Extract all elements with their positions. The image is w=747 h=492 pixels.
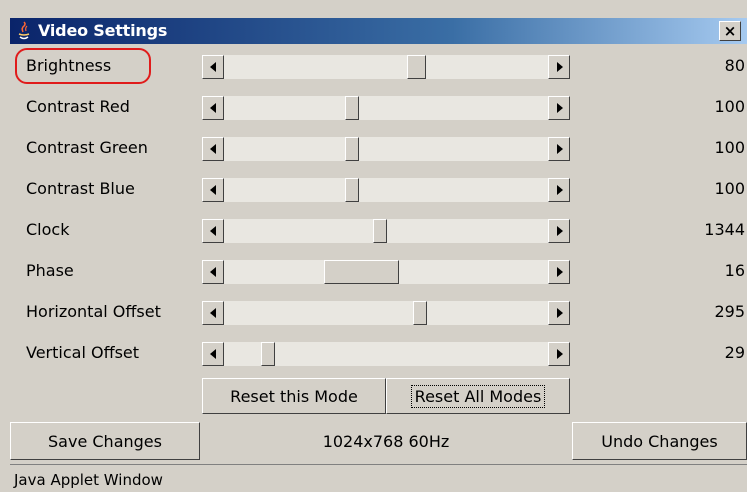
slider-scrollbar[interactable]	[202, 342, 570, 366]
scroll-left-button[interactable]	[202, 178, 224, 202]
scroll-left-button[interactable]	[202, 260, 224, 284]
slider-label: Horizontal Offset	[26, 302, 161, 321]
slider-track[interactable]	[224, 219, 548, 243]
slider-value: 100	[714, 179, 745, 198]
slider-track[interactable]	[224, 96, 548, 120]
scroll-right-button[interactable]	[548, 96, 570, 120]
slider-value: 80	[724, 56, 745, 75]
arrow-left-icon	[210, 349, 216, 359]
arrow-left-icon	[210, 308, 216, 318]
scroll-right-button[interactable]	[548, 178, 570, 202]
slider-value: 1344	[704, 220, 745, 239]
slider-scrollbar[interactable]	[202, 260, 570, 284]
undo-changes-button[interactable]: Undo Changes	[572, 422, 747, 460]
slider-track[interactable]	[224, 178, 548, 202]
scroll-right-button[interactable]	[548, 301, 570, 325]
arrow-right-icon	[557, 103, 563, 113]
scroll-left-button[interactable]	[202, 55, 224, 79]
slider-track[interactable]	[224, 55, 548, 79]
slider-label: Vertical Offset	[26, 343, 140, 362]
status-bar: Java Applet Window	[10, 464, 747, 492]
status-text: Java Applet Window	[14, 471, 163, 489]
slider-thumb[interactable]	[324, 260, 399, 284]
slider-track[interactable]	[224, 137, 548, 161]
reset-this-mode-button[interactable]: Reset this Mode	[202, 378, 386, 414]
slider-label: Clock	[26, 220, 70, 239]
slider-thumb[interactable]	[345, 96, 359, 120]
slider-label: Contrast Green	[26, 138, 148, 157]
slider-value: 100	[714, 138, 745, 157]
scroll-right-button[interactable]	[548, 260, 570, 284]
slider-track[interactable]	[224, 260, 548, 284]
scroll-right-button[interactable]	[548, 219, 570, 243]
scroll-left-button[interactable]	[202, 219, 224, 243]
slider-track[interactable]	[224, 301, 548, 325]
window-title: Video Settings	[38, 21, 168, 40]
arrow-right-icon	[557, 349, 563, 359]
slider-thumb[interactable]	[345, 137, 359, 161]
arrow-left-icon	[210, 103, 216, 113]
slider-value: 295	[714, 302, 745, 321]
close-button[interactable]: ×	[719, 21, 741, 41]
arrow-right-icon	[557, 185, 563, 195]
slider-scrollbar[interactable]	[202, 137, 570, 161]
arrow-right-icon	[557, 226, 563, 236]
slider-row: Contrast Blue 100	[10, 173, 747, 205]
save-changes-button[interactable]: Save Changes	[10, 422, 200, 460]
reset-all-modes-button[interactable]: Reset All Modes	[386, 378, 570, 414]
slider-label: Phase	[26, 261, 74, 280]
slider-scrollbar[interactable]	[202, 96, 570, 120]
slider-label: Contrast Red	[26, 97, 130, 116]
slider-scrollbar[interactable]	[202, 55, 570, 79]
slider-row: Clock 1344	[10, 214, 747, 246]
slider-row: Horizontal Offset 295	[10, 296, 747, 328]
slider-value: 100	[714, 97, 745, 116]
arrow-right-icon	[557, 308, 563, 318]
slider-value: 16	[724, 261, 745, 280]
arrow-right-icon	[557, 144, 563, 154]
slider-thumb[interactable]	[345, 178, 359, 202]
slider-scrollbar[interactable]	[202, 301, 570, 325]
scroll-right-button[interactable]	[548, 55, 570, 79]
arrow-right-icon	[557, 62, 563, 72]
arrow-left-icon	[210, 226, 216, 236]
slider-thumb[interactable]	[407, 55, 426, 79]
slider-row: Vertical Offset 29	[10, 337, 747, 369]
footer-bar: Save Changes 1024x768 60Hz Undo Changes	[10, 422, 747, 462]
settings-panel: Brightness 80 Contrast Red 100 Contrast Gree…	[10, 44, 747, 492]
arrow-left-icon	[210, 62, 216, 72]
arrow-left-icon	[210, 267, 216, 277]
slider-row: Phase 16	[10, 255, 747, 287]
slider-track[interactable]	[224, 342, 548, 366]
scroll-left-button[interactable]	[202, 342, 224, 366]
slider-value: 29	[724, 343, 745, 362]
scroll-left-button[interactable]	[202, 96, 224, 120]
slider-row: Contrast Red 100	[10, 91, 747, 123]
scroll-left-button[interactable]	[202, 301, 224, 325]
slider-label: Contrast Blue	[26, 179, 135, 198]
slider-label: Brightness	[26, 56, 112, 75]
scroll-right-button[interactable]	[548, 137, 570, 161]
slider-row: Brightness 80	[10, 50, 747, 82]
title-bar: Video Settings ×	[10, 18, 747, 44]
slider-scrollbar[interactable]	[202, 178, 570, 202]
slider-thumb[interactable]	[261, 342, 275, 366]
slider-thumb[interactable]	[413, 301, 427, 325]
slider-thumb[interactable]	[373, 219, 387, 243]
arrow-right-icon	[557, 267, 563, 277]
slider-scrollbar[interactable]	[202, 219, 570, 243]
scroll-left-button[interactable]	[202, 137, 224, 161]
arrow-left-icon	[210, 144, 216, 154]
arrow-left-icon	[210, 185, 216, 195]
java-icon	[18, 21, 30, 40]
scroll-right-button[interactable]	[548, 342, 570, 366]
current-mode-label: 1024x768 60Hz	[322, 432, 450, 451]
slider-row: Contrast Green 100	[10, 132, 747, 164]
